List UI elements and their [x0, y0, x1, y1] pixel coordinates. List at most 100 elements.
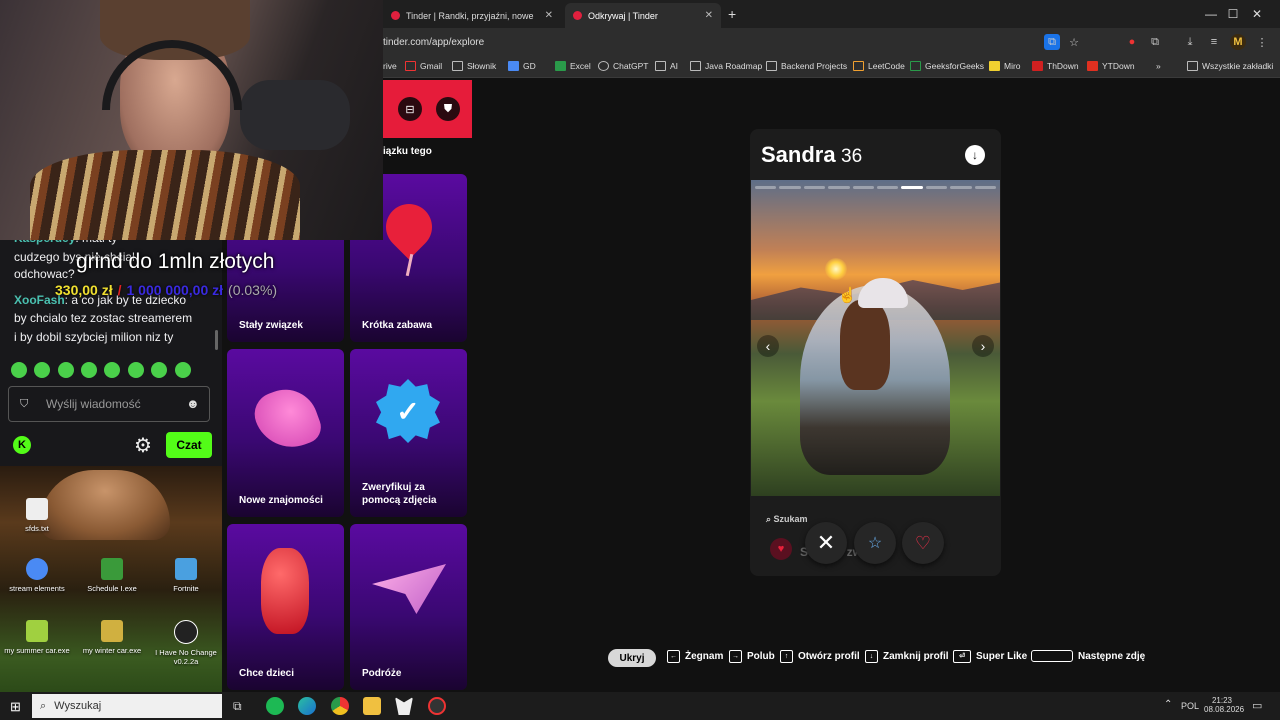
- microphone: [240, 80, 350, 150]
- emote-icon[interactable]: [34, 362, 50, 378]
- bookmark-gd[interactable]: GD: [508, 61, 536, 71]
- briefcase-icon[interactable]: ⊟: [398, 97, 422, 121]
- all-bookmarks-folder[interactable]: Wszystkie zakładki: [1187, 61, 1273, 71]
- super-like-button[interactable]: ☆: [854, 522, 896, 564]
- next-photo-icon[interactable]: ›: [972, 335, 994, 357]
- tab-tinder-home[interactable]: Tinder | Randki, przyjaźni, nowe ✕: [383, 3, 561, 28]
- tray-chevron-icon[interactable]: ⌃: [1164, 699, 1172, 710]
- emote-icon[interactable]: [104, 362, 120, 378]
- photo-indicator[interactable]: [950, 186, 972, 189]
- bookmark-miro[interactable]: Miro: [989, 61, 1021, 71]
- tinder-favicon: [573, 11, 582, 20]
- language-indicator[interactable]: POL: [1181, 701, 1199, 711]
- chat-placeholder: Wyślij wiadomość: [46, 397, 141, 411]
- shield-icon[interactable]: ⛊: [436, 97, 460, 121]
- photo-indicator[interactable]: [974, 186, 997, 189]
- spotify-icon[interactable]: [266, 697, 284, 715]
- collapse-profile-icon[interactable]: ↓: [965, 145, 985, 165]
- bookmark-ytdown[interactable]: YTDown: [1087, 61, 1135, 71]
- photo-indicator[interactable]: [925, 186, 948, 189]
- close-tab-icon[interactable]: ✕: [545, 10, 553, 21]
- close-window-icon[interactable]: ✕: [1234, 0, 1280, 28]
- emote-icon[interactable]: [128, 362, 144, 378]
- extensions-puzzle-icon[interactable]: ⧉: [1147, 34, 1163, 50]
- windows-start-icon[interactable]: ⊞: [10, 699, 21, 715]
- stream-goal-title: grind do 1mln złotych: [76, 250, 275, 273]
- bookmark-ai[interactable]: AI: [655, 61, 678, 71]
- photo-indicator[interactable]: [803, 186, 826, 189]
- emote-icon[interactable]: [81, 362, 97, 378]
- bookmark-geeksforgeeks[interactable]: GeeksforGeeks: [910, 61, 984, 71]
- emote-icon[interactable]: [175, 362, 191, 378]
- bookmark-item[interactable]: rive: [383, 61, 397, 71]
- gear-icon[interactable]: ⚙: [134, 433, 152, 458]
- cast-icon[interactable]: ⧉: [1044, 34, 1060, 50]
- desktop-icon-stream-elements[interactable]: stream elements: [2, 558, 72, 593]
- url-field[interactable]: tinder.com/app/explore: [383, 37, 484, 48]
- bookmarks-more-icon[interactable]: »: [1156, 61, 1161, 71]
- close-tab-icon[interactable]: ✕: [705, 10, 713, 21]
- photo-indicator[interactable]: [901, 186, 923, 189]
- photo-progress-bars: [755, 186, 997, 189]
- clock[interactable]: 21:23 08.08.2026: [1204, 696, 1244, 714]
- bookmark-slownik[interactable]: Słownik: [452, 61, 496, 71]
- emote-icon[interactable]: [151, 362, 167, 378]
- chrome-icon[interactable]: [331, 697, 349, 715]
- category-card[interactable]: Chce dzieci: [227, 524, 344, 690]
- download-icon[interactable]: ⤓: [1182, 34, 1198, 50]
- photo-indicator[interactable]: [877, 186, 899, 189]
- chat-message: by chcialo tez zostac streamerem: [14, 311, 193, 325]
- desktop-icon-my-summer-car[interactable]: my summer car.exe: [2, 620, 72, 655]
- emote-icon[interactable]: [11, 362, 27, 378]
- chat-send-button[interactable]: Czat: [166, 432, 212, 458]
- category-card[interactable]: ✓ Zweryfikuj za pomocą zdjęcia: [350, 349, 467, 517]
- nope-button[interactable]: ✕: [805, 522, 847, 564]
- category-card[interactable]: Podróże: [350, 524, 467, 690]
- photo-indicator[interactable]: [755, 186, 777, 189]
- previous-photo-icon[interactable]: ‹: [757, 335, 779, 357]
- shield-icon: ⛉: [20, 398, 29, 410]
- hide-shortcuts-button[interactable]: Ukryj: [608, 649, 656, 667]
- category-card[interactable]: Nowe znajomości: [227, 349, 344, 517]
- emoji-icon[interactable]: ☻: [186, 396, 200, 411]
- heart-icon: ♡: [914, 532, 932, 553]
- photo-sun: [825, 258, 847, 280]
- photo-indicator[interactable]: [828, 186, 850, 189]
- tab-tinder-explore[interactable]: Odkrywaj | Tinder ✕: [565, 3, 721, 28]
- tinder-favicon: [391, 11, 400, 20]
- shortcut-super-like: ⏎ Super Like: [953, 650, 1027, 663]
- bookmark-excel[interactable]: Excel: [555, 61, 591, 71]
- taskbar-search[interactable]: ⌕ Wyszukaj: [32, 694, 222, 718]
- profile-avatar[interactable]: M: [1230, 34, 1246, 50]
- arrow-up-key-icon: ↑: [780, 650, 793, 663]
- bookmark-thdown[interactable]: ThDown: [1032, 61, 1079, 71]
- waving-hand-icon: [248, 380, 326, 458]
- bookmark-star-icon[interactable]: ☆: [1066, 34, 1082, 50]
- kick-logo-icon[interactable]: K: [13, 436, 31, 454]
- like-button[interactable]: ♡: [902, 522, 944, 564]
- desktop-icon-sfds[interactable]: sfds.txt: [2, 498, 72, 533]
- edge-icon[interactable]: [298, 697, 316, 715]
- bookmark-chatgpt[interactable]: ChatGPT: [598, 61, 648, 71]
- chat-scrollbar[interactable]: [215, 330, 218, 350]
- notifications-icon[interactable]: ▭: [1252, 699, 1262, 712]
- photo-indicator[interactable]: [852, 186, 875, 189]
- webcam-overlay: [0, 0, 383, 240]
- task-view-icon[interactable]: ⧉: [233, 699, 242, 714]
- desktop-icon-my-winter-car[interactable]: my winter car.exe: [77, 620, 147, 655]
- photo-indicator[interactable]: [779, 186, 801, 189]
- menu-dots-icon[interactable]: ⋮: [1254, 34, 1270, 50]
- bookmark-java-roadmap[interactable]: Java Roadmap: [690, 61, 762, 71]
- bookmark-leetcode[interactable]: LeetCode: [853, 61, 905, 71]
- bookmark-gmail[interactable]: Gmail: [405, 61, 442, 71]
- obs-icon[interactable]: [428, 697, 446, 715]
- desktop-icon-schedule[interactable]: Schedule I.exe: [77, 558, 147, 593]
- new-tab-button[interactable]: +: [728, 6, 736, 22]
- desktop-icon-fortnite[interactable]: Fortnite: [151, 558, 221, 593]
- desktop-icon-i-have-no-change[interactable]: I Have No Change v0.2.2a: [151, 620, 221, 666]
- file-explorer-icon[interactable]: [363, 697, 381, 715]
- bookmark-backend-projects[interactable]: Backend Projects: [766, 61, 847, 71]
- media-icon[interactable]: ≡: [1206, 34, 1222, 50]
- extension-icon[interactable]: ●: [1124, 34, 1140, 50]
- emote-icon[interactable]: [58, 362, 74, 378]
